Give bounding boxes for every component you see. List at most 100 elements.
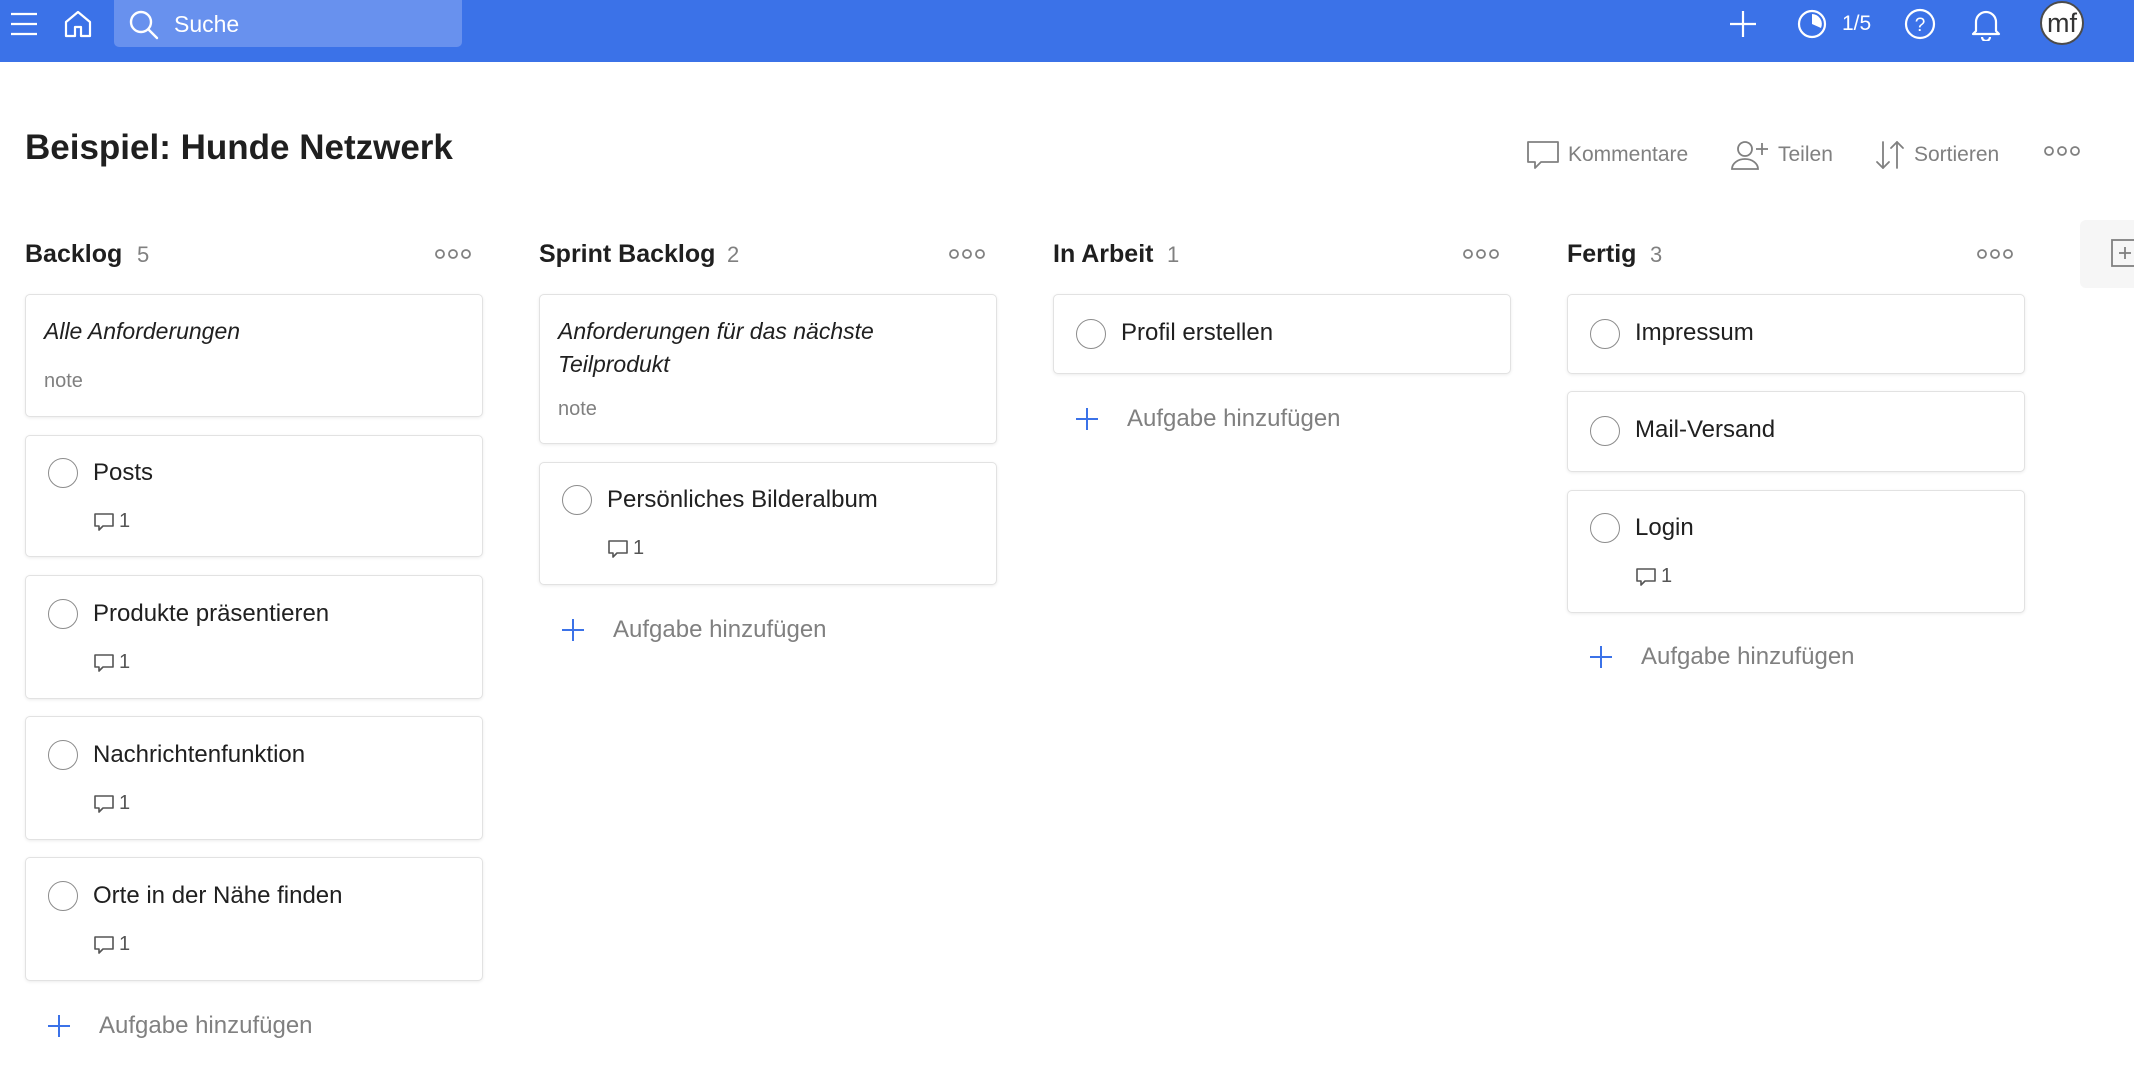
task-card[interactable]: Login 1: [1567, 490, 2025, 613]
comments-label: Kommentare: [1568, 143, 1689, 166]
notifications-button[interactable]: [1969, 0, 2003, 48]
project-more-icon[interactable]: [2044, 143, 2080, 164]
note-card[interactable]: Alle Anforderungen note: [25, 294, 483, 417]
plus-icon: [562, 619, 584, 641]
avatar[interactable]: mf: [2040, 1, 2084, 45]
column-more-icon[interactable]: [1977, 246, 2013, 267]
productivity-button[interactable]: [1795, 0, 1829, 48]
share-button[interactable]: Teilen: [1730, 139, 1833, 171]
task-checkbox[interactable]: [1590, 416, 1620, 446]
task-checkbox[interactable]: [48, 881, 78, 911]
column-fertig: Fertig 3 Impressum Mail-Versand Login 1 …: [1567, 232, 2027, 670]
help-icon: ?: [1904, 8, 1936, 40]
bell-icon: [1971, 10, 2001, 41]
search-placeholder: Suche: [174, 11, 240, 37]
task-checkbox[interactable]: [1590, 513, 1620, 543]
comment-icon: [1636, 567, 1656, 586]
add-task-label: Aufgabe hinzufügen: [1641, 643, 1855, 670]
task-card[interactable]: Orte in der Nähe finden 1: [25, 857, 483, 981]
column-header: In Arbeit 1: [1053, 232, 1513, 274]
task-checkbox[interactable]: [1590, 319, 1620, 349]
add-task-button[interactable]: Aufgabe hinzufügen: [47, 1012, 313, 1040]
task-comment-count[interactable]: 1: [1635, 565, 1672, 588]
column-more-icon[interactable]: [949, 246, 985, 267]
share-label: Teilen: [1778, 143, 1833, 166]
plus-icon: [1590, 646, 1612, 668]
column-sprint-backlog: Sprint Backlog 2 Anforderungen für das n…: [539, 232, 999, 643]
task-title: Impressum: [1635, 319, 1754, 346]
comment-count: 1: [119, 933, 131, 955]
sort-icon: [1876, 141, 1904, 169]
task-checkbox[interactable]: [48, 740, 78, 770]
column-more-icon[interactable]: [1463, 246, 1499, 267]
task-card[interactable]: Persönliches Bilderalbum 1: [539, 462, 997, 585]
task-checkbox[interactable]: [562, 485, 592, 515]
task-title: Login: [1635, 514, 1694, 541]
comment-count: 1: [119, 651, 131, 673]
task-checkbox[interactable]: [48, 599, 78, 629]
search-icon: [129, 10, 159, 40]
plus-icon: [1076, 408, 1098, 430]
task-comment-count[interactable]: 1: [93, 651, 130, 674]
task-title: Nachrichtenfunktion: [93, 741, 306, 768]
task-card[interactable]: Profil erstellen: [1053, 294, 1511, 374]
sort-label: Sortieren: [1914, 143, 2000, 166]
task-title: Persönliches Bilderalbum: [607, 486, 878, 513]
column-count: 3: [1650, 242, 1663, 267]
task-card[interactable]: Impressum: [1567, 294, 2025, 374]
column-count: 1: [1167, 242, 1180, 267]
add-section-button[interactable]: [2080, 220, 2134, 288]
plus-icon: [48, 1015, 70, 1037]
column-backlog: Backlog 5 Alle Anforderungen note Posts …: [25, 232, 485, 1039]
task-comment-count[interactable]: 1: [607, 537, 644, 560]
note-card[interactable]: Anforderungen für das nächste Teilproduk…: [539, 294, 997, 444]
menu-icon[interactable]: [6, 0, 42, 48]
add-task-button[interactable]: Aufgabe hinzufügen: [561, 616, 827, 644]
top-bar: Suche 1/5 ? mf: [0, 0, 2134, 62]
column-header: Backlog 5: [25, 232, 485, 274]
add-task-label: Aufgabe hinzufügen: [613, 616, 827, 643]
add-task-button[interactable]: Aufgabe hinzufügen: [1589, 643, 1855, 671]
task-title: Posts: [93, 459, 154, 486]
task-title: Mail-Versand: [1635, 416, 1776, 443]
comment-count: 1: [1661, 565, 1673, 587]
svg-text:?: ?: [1915, 15, 1926, 36]
task-title: Profil erstellen: [1121, 319, 1274, 346]
task-card[interactable]: Mail-Versand: [1567, 391, 2025, 472]
column-title: Backlog: [25, 240, 123, 268]
add-task-button[interactable]: Aufgabe hinzufügen: [1075, 405, 1341, 433]
home-icon[interactable]: [60, 0, 96, 48]
comment-icon: [94, 794, 114, 813]
note-title: Anforderungen für das nächste Teilproduk…: [558, 318, 874, 377]
task-card[interactable]: Posts 1: [25, 435, 483, 557]
column-title: Fertig: [1567, 240, 1637, 268]
add-task-label: Aufgabe hinzufügen: [99, 1012, 313, 1039]
task-comment-count[interactable]: 1: [93, 510, 130, 533]
note-label: note: [558, 398, 597, 420]
task-comment-count[interactable]: 1: [93, 933, 130, 956]
column-header: Sprint Backlog 2: [539, 232, 999, 274]
column-title: In Arbeit: [1053, 240, 1154, 268]
task-title: Orte in der Nähe finden: [93, 882, 343, 909]
comments-button[interactable]: Kommentare: [1526, 139, 1688, 171]
task-checkbox[interactable]: [48, 458, 78, 488]
comment-icon: [1527, 141, 1559, 169]
help-button[interactable]: ?: [1903, 0, 1937, 48]
task-card[interactable]: Nachrichtenfunktion 1: [25, 716, 483, 840]
task-comment-count[interactable]: 1: [93, 792, 130, 815]
comment-icon: [608, 539, 628, 558]
note-label: note: [44, 370, 83, 392]
column-more-icon[interactable]: [435, 246, 471, 267]
note-title: Alle Anforderungen: [44, 318, 241, 344]
task-card[interactable]: Produkte präsentieren 1: [25, 575, 483, 699]
add-task-quick-button[interactable]: [1726, 0, 1760, 48]
comment-icon: [94, 512, 114, 531]
productivity-icon: [1797, 9, 1827, 39]
column-title: Sprint Backlog: [539, 240, 716, 268]
sort-button[interactable]: Sortieren: [1874, 139, 1999, 171]
column-count: 5: [137, 242, 150, 267]
add-person-icon: [1731, 141, 1768, 170]
karma-progress[interactable]: 1/5: [1842, 12, 1871, 36]
search-input[interactable]: Suche: [114, 0, 462, 47]
task-checkbox[interactable]: [1076, 319, 1106, 349]
